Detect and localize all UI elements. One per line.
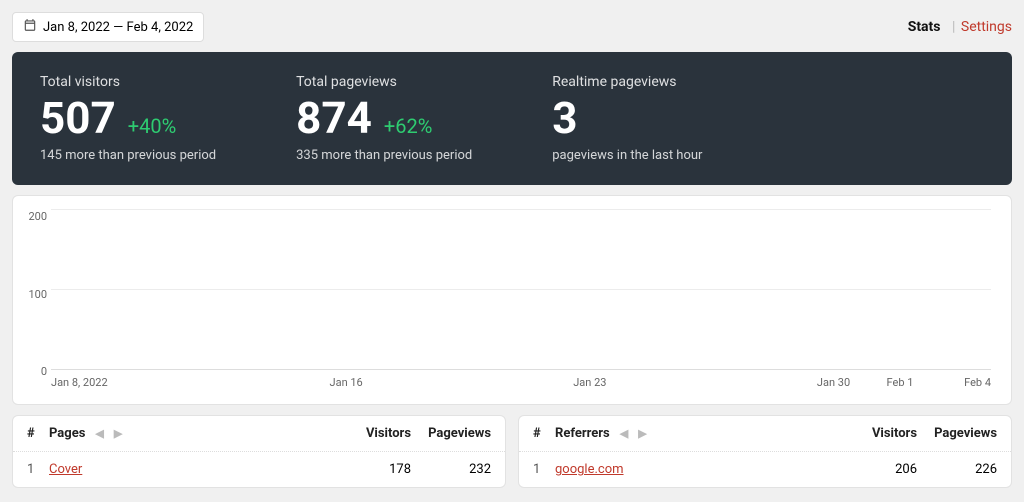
page-link[interactable]: Cover (49, 462, 82, 477)
metric-total-pageviews: Total pageviews 874 +62% 335 more than p… (296, 74, 472, 163)
nav-settings[interactable]: Settings (961, 19, 1012, 35)
x-tick-label: Feb 1 (887, 376, 914, 389)
metric-value: 3 (552, 94, 577, 142)
metric-value: 507 (40, 94, 116, 142)
next-arrow-icon[interactable]: ▶ (114, 427, 122, 440)
referrers-table: # Referrers ◀ ▶ Visitors Pageviews 1 goo… (518, 415, 1012, 488)
column-pageviews: Pageviews (411, 426, 491, 441)
column-visitors: Visitors (837, 426, 917, 441)
prev-arrow-icon[interactable]: ◀ (620, 427, 628, 440)
cell-rank: 1 (27, 462, 49, 477)
metric-subtext: 335 more than previous period (296, 148, 472, 163)
cell-rank: 1 (533, 462, 555, 477)
metric-delta: +62% (384, 114, 432, 138)
pages-table: # Pages ◀ ▶ Visitors Pageviews 1 Cover 1… (12, 415, 506, 488)
metric-delta: +40% (128, 114, 176, 138)
x-tick-label: Jan 8, 2022 (51, 376, 108, 389)
metric-realtime-pageviews: Realtime pageviews 3 pageviews in the la… (552, 74, 702, 163)
nav-stats[interactable]: Stats (908, 19, 941, 35)
metrics-summary: Total visitors 507 +40% 145 more than pr… (12, 52, 1012, 185)
x-tick-label: Jan 16 (330, 376, 363, 389)
cell-pageviews: 226 (917, 462, 997, 477)
cell-visitors: 178 (331, 462, 411, 477)
table-row: 1 google.com 206 226 (519, 452, 1011, 487)
x-tick-label: Feb 4 (964, 376, 991, 389)
column-rank: # (533, 426, 555, 441)
metric-label: Realtime pageviews (552, 74, 702, 90)
x-tick-label: Jan 23 (573, 376, 606, 389)
metric-label: Total visitors (40, 74, 216, 90)
metric-subtext: 145 more than previous period (40, 148, 216, 163)
column-pageviews: Pageviews (917, 426, 997, 441)
metric-subtext: pageviews in the last hour (552, 148, 702, 163)
y-tick-label: 0 (19, 365, 47, 378)
cell-pageviews: 232 (411, 462, 491, 477)
nav-separator: | (952, 19, 955, 35)
cell-visitors: 206 (837, 462, 917, 477)
prev-arrow-icon[interactable]: ◀ (95, 427, 103, 440)
date-range-picker[interactable]: Jan 8, 2022 — Feb 4, 2022 (12, 12, 204, 42)
metric-label: Total pageviews (296, 74, 472, 90)
y-tick-label: 200 (19, 210, 47, 223)
y-tick-label: 100 (19, 288, 47, 301)
column-visitors: Visitors (331, 426, 411, 441)
column-rank: # (27, 426, 49, 441)
metric-total-visitors: Total visitors 507 +40% 145 more than pr… (40, 74, 216, 163)
referrer-link[interactable]: google.com (555, 462, 624, 477)
date-range-text: Jan 8, 2022 — Feb 4, 2022 (43, 20, 193, 35)
calendar-icon (23, 18, 37, 36)
x-tick-label: Jan 30 (817, 376, 850, 389)
column-referrers: Referrers (555, 426, 610, 441)
column-pages: Pages (49, 426, 85, 441)
next-arrow-icon[interactable]: ▶ (638, 427, 646, 440)
metric-value: 874 (296, 94, 372, 142)
table-row: 1 Cover 178 232 (13, 452, 505, 487)
pageviews-chart: 200 100 0 Jan 8, 2022 Jan 16 Jan 23 Jan 30 Feb… (12, 195, 1012, 405)
